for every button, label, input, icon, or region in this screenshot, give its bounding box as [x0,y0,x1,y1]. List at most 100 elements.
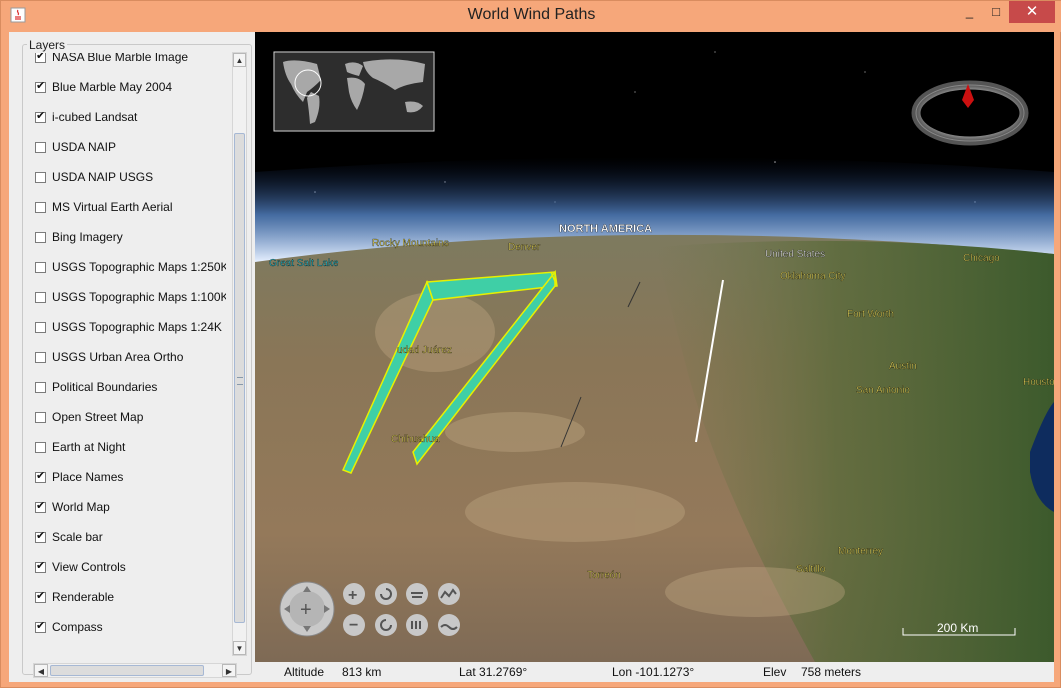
layer-checkbox[interactable] [35,201,46,213]
layer-checkbox[interactable] [35,589,46,603]
layer-label: USGS Topographic Maps 1:24K [52,320,222,334]
layer-item[interactable]: USDA NAIP [28,132,226,162]
layer-checkbox[interactable] [35,53,46,63]
label-torreon: Torreón [587,570,621,581]
longitude-readout: Lon -101.1273° [612,665,695,679]
label-ciudad-juarez: udad Juárez [397,345,452,356]
label-great-salt-lake: Great Salt Lake [269,258,339,269]
layer-item[interactable]: USGS Topographic Maps 1:100K [28,282,226,312]
layer-checkbox[interactable] [35,469,46,483]
layer-checkbox[interactable] [35,411,46,423]
label-oklahoma-city: Oklahoma City [780,271,846,282]
layer-item[interactable]: Renderable [28,582,226,612]
horizontal-scroll-thumb[interactable] [50,665,204,676]
altitude-value: 813 km [342,665,382,679]
layer-item[interactable]: USDA NAIP USGS [28,162,226,192]
app-window: World Wind Paths _ □ ✕ Layers NASA Blue … [0,0,1061,688]
layer-checkbox[interactable] [35,499,46,513]
layer-item[interactable]: USGS Urban Area Ortho [28,342,226,372]
grip-icon [237,377,243,385]
svg-text:+: + [300,599,312,621]
layer-label: USDA NAIP [52,140,117,154]
vertical-scroll-thumb[interactable] [234,133,245,623]
layer-item[interactable]: Political Boundaries [28,372,226,402]
layer-item[interactable]: MS Virtual Earth Aerial [28,192,226,222]
window-title: World Wind Paths [467,6,596,23]
layer-label: Place Names [52,470,124,484]
layer-checkbox[interactable] [35,79,46,93]
client-area: Layers NASA Blue Marble Image Blue Marble… [9,32,1054,682]
layer-checkbox[interactable] [35,529,46,543]
label-saltillo: Saltillo [796,564,826,575]
tilt-down-icon[interactable] [406,614,428,636]
layer-checkbox[interactable] [35,441,46,453]
layer-checkbox[interactable] [35,141,46,153]
label-san-antonio: San Antonio [856,385,910,396]
label-chihuahua: Chihuahua [391,434,440,445]
rotate-right-icon[interactable] [375,614,397,636]
scroll-right-arrow-icon[interactable]: ▶ [222,664,236,677]
vertical-exaggeration-up-icon[interactable] [438,583,460,605]
layer-item[interactable]: NASA Blue Marble Image [28,53,226,72]
layer-label: MS Virtual Earth Aerial [52,200,173,214]
layer-checkbox[interactable] [35,109,46,123]
layer-item[interactable]: Open Street Map [28,402,226,432]
layer-item[interactable]: i-cubed Landsat [28,102,226,132]
layer-checkbox[interactable] [35,381,46,393]
scroll-down-arrow-icon[interactable]: ▼ [233,641,246,655]
layer-label: Bing Imagery [52,230,123,244]
layer-checkbox[interactable] [35,619,46,633]
layer-item[interactable]: USGS Topographic Maps 1:250K [28,252,226,282]
label-denver: Denver [508,242,541,253]
svg-text:+: + [348,587,357,604]
svg-text:−: − [349,617,358,634]
layer-list-horizontal-scrollbar[interactable]: ◀ ▶ [33,663,237,678]
label-united-states: United States [765,249,825,260]
layer-item[interactable]: Compass [28,612,226,642]
latitude-readout: Lat 31.2769° [459,665,528,679]
world-wind-globe-view[interactable]: NORTH AMERICA Rocky Mountains Denver Gre… [255,32,1054,662]
layer-label: Compass [52,620,103,634]
layer-list-vertical-scrollbar[interactable]: ▲ ▼ [232,52,247,656]
vertical-exaggeration-down-icon[interactable] [438,614,460,636]
close-button[interactable]: ✕ [1009,1,1055,23]
layer-label: USGS Urban Area Ortho [52,350,184,364]
world-map-overview[interactable] [273,51,435,132]
layer-item[interactable]: Place Names [28,462,226,492]
scroll-up-arrow-icon[interactable]: ▲ [233,53,246,67]
layer-label: USGS Topographic Maps 1:250K [52,260,226,274]
label-monterrey: Monterrey [838,546,883,557]
layer-checkbox[interactable] [35,351,46,363]
layer-checkbox[interactable] [35,171,46,183]
label-north-america: NORTH AMERICA [559,223,652,235]
layer-label: Political Boundaries [52,380,158,394]
label-fort-worth: Fort Worth [847,309,894,320]
layer-item[interactable]: World Map [28,492,226,522]
layer-label: World Map [52,500,110,514]
layer-item[interactable]: Scale bar [28,522,226,552]
title-bar: World Wind Paths _ □ ✕ [1,1,1061,32]
zoom-out-icon[interactable]: − [343,614,365,636]
layer-label: Renderable [52,590,115,604]
layer-item[interactable]: Blue Marble May 2004 [28,72,226,102]
layer-checkbox[interactable] [35,231,46,243]
layer-item[interactable]: USGS Topographic Maps 1:24K [28,312,226,342]
layer-checkbox[interactable] [35,261,46,273]
maximize-button[interactable]: □ [983,1,1009,23]
pan-control-icon[interactable]: + [279,581,335,637]
elevation-label: Elev [763,665,787,679]
tilt-up-icon[interactable] [406,583,428,605]
zoom-in-icon[interactable]: + [343,583,365,605]
layer-item[interactable]: Bing Imagery [28,222,226,252]
layer-checkbox[interactable] [35,321,46,333]
layer-checkbox[interactable] [35,559,46,573]
rotate-left-icon[interactable] [375,583,397,605]
layer-item[interactable]: Earth at Night [28,432,226,462]
layer-label: Open Street Map [52,410,144,424]
layers-title: Layers [27,38,68,52]
scroll-left-arrow-icon[interactable]: ◀ [34,664,48,677]
layer-checkbox[interactable] [35,291,46,303]
label-houston: Housto [1023,377,1054,388]
minimize-button[interactable]: _ [956,1,983,23]
layer-item[interactable]: View Controls [28,552,226,582]
